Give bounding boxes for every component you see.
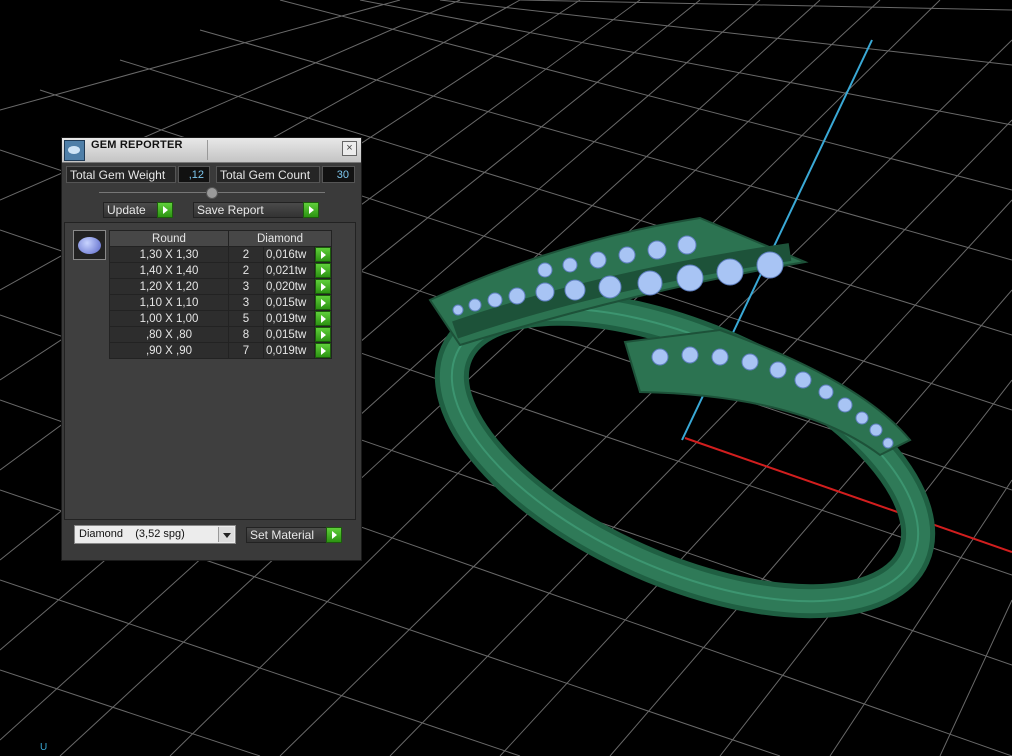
table-row[interactable]: 1,00 X 1,00 5 0,019tw [109,310,332,327]
save-report-button[interactable]: Save Report [193,202,319,218]
total-gem-count-value: 30 [322,166,355,183]
row-action-button[interactable] [314,246,332,263]
row-action-button[interactable] [314,310,332,327]
gem-size: 1,00 X 1,00 [109,310,229,327]
material-select-value: Diamond (3,52 spg) [79,528,185,540]
gem-size: 1,10 X 1,10 [109,294,229,311]
table-row[interactable]: 1,30 X 1,30 2 0,016tw [109,246,332,263]
total-gem-weight-label: Total Gem Weight [66,166,176,183]
play-arrow-icon [157,202,173,218]
gem-reporter-icon [64,140,85,161]
total-gem-count-label: Total Gem Count [216,166,320,183]
row-action-button[interactable] [314,294,332,311]
row-action-button[interactable] [314,326,332,343]
table-row[interactable]: 1,20 X 1,20 3 0,020tw [109,278,332,295]
update-button[interactable]: Update [103,202,173,218]
gem-reporter-panel: GEM REPORTER × Total Gem Weight ,12 Tota… [61,137,362,561]
gem-weight: 0,019tw [263,342,315,359]
table-row[interactable]: 1,40 X 1,40 2 0,021tw [109,262,332,279]
set-material-button-label: Set Material [250,528,315,542]
gem-size: ,80 X ,80 [109,326,229,343]
play-arrow-icon [315,263,331,278]
gem-count: 8 [228,326,264,343]
round-diamond-icon[interactable] [73,230,106,260]
gem-list: Round Diamond 1,30 X 1,30 2 0,016tw 1,40 X … [64,222,356,520]
table-row[interactable]: ,80 X ,80 8 0,015tw [109,326,332,343]
material-select[interactable]: Diamond (3,52 spg) [74,525,236,544]
row-action-button[interactable] [314,262,332,279]
table-row[interactable]: 1,10 X 1,10 3 0,015tw [109,294,332,311]
gem-weight: 0,015tw [263,326,315,343]
title-divider [207,140,208,160]
table-row[interactable]: ,90 X ,90 7 0,019tw [109,342,332,359]
gem-weight: 0,016tw [263,246,315,263]
save-report-button-label: Save Report [197,203,264,217]
panel-title: GEM REPORTER [91,139,183,151]
play-arrow-icon [303,202,319,218]
axis-label: U [40,742,48,753]
shape-column-header: Round [109,230,229,247]
gem-size: 1,40 X 1,40 [109,262,229,279]
close-button[interactable]: × [342,141,357,156]
gem-count: 2 [228,246,264,263]
gem-weight: 0,020tw [263,278,315,295]
row-action-button[interactable] [314,342,332,359]
row-action-button[interactable] [314,278,332,295]
play-arrow-icon [315,279,331,294]
gem-count: 3 [228,294,264,311]
play-arrow-icon [315,295,331,310]
chevron-down-icon[interactable] [218,527,234,542]
set-material-button[interactable]: Set Material [246,527,342,543]
gem-weight: 0,019tw [263,310,315,327]
gem-size: 1,20 X 1,20 [109,278,229,295]
gem-count: 3 [228,278,264,295]
title-bar[interactable]: GEM REPORTER × [62,138,361,163]
play-arrow-icon [315,327,331,342]
play-arrow-icon [315,247,331,262]
play-arrow-icon [315,343,331,358]
splitter-handle[interactable] [206,187,218,199]
gem-size: ,90 X ,90 [109,342,229,359]
update-button-label: Update [107,203,146,217]
gem-count: 7 [228,342,264,359]
play-arrow-icon [326,527,342,543]
gem-table: Round Diamond 1,30 X 1,30 2 0,016tw 1,40 X … [109,230,332,359]
gem-weight: 0,015tw [263,294,315,311]
material-column-header: Diamond [228,230,332,247]
gem-count: 5 [228,310,264,327]
gem-size: 1,30 X 1,30 [109,246,229,263]
total-gem-weight-value: ,12 [178,166,210,183]
gem-count: 2 [228,262,264,279]
gem-weight: 0,021tw [263,262,315,279]
play-arrow-icon [315,311,331,326]
